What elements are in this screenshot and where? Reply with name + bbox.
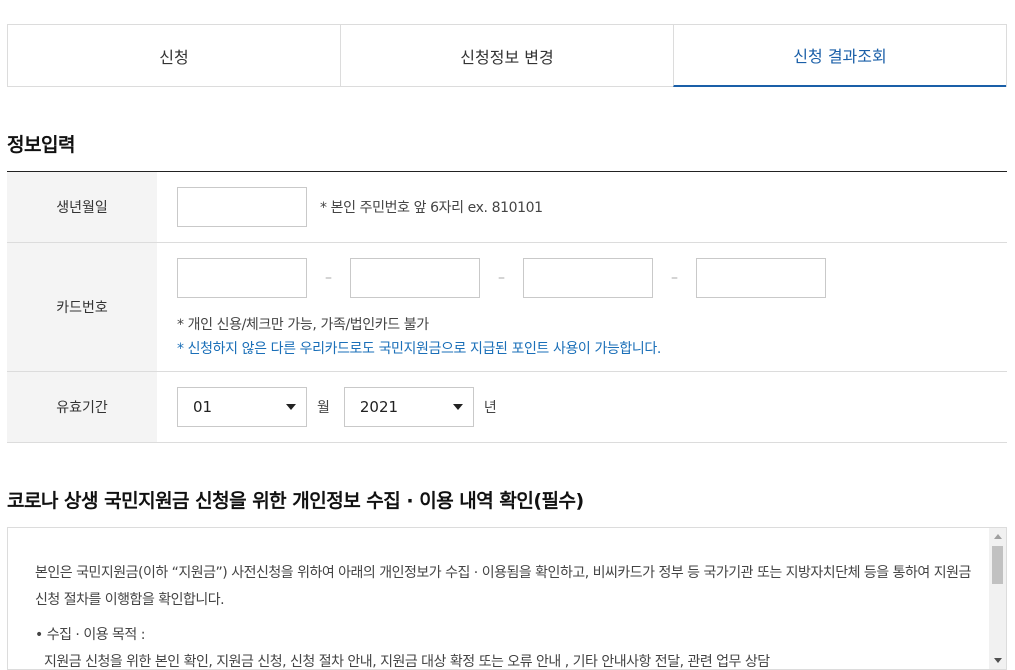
tab-result-inquiry[interactable]: 신청 결과조회: [673, 25, 1006, 87]
expiry-month-value: 01: [193, 398, 213, 416]
consent-intro: 본인은 국민지원금(이하 “지원금”) 사전신청을 위하여 아래의 개인정보가 …: [35, 565, 971, 608]
card-row: 카드번호 – – – * 개인 신용/체크만 가능, 가족/법인카드 불가 * …: [7, 243, 1007, 372]
card-label: 카드번호: [7, 243, 157, 371]
expiry-row: 유효기간 01 월 2021 년: [7, 372, 1007, 443]
card-number-input-1[interactable]: [177, 258, 307, 298]
scrollbar-thumb[interactable]: [992, 546, 1003, 584]
card-separator: –: [671, 270, 678, 286]
arrow-down-icon: [993, 658, 1002, 663]
expiry-year-select[interactable]: 2021: [343, 387, 474, 427]
consent-section-title: 코로나 상생 국민지원금 신청을 위한 개인정보 수집 · 이용 내역 확인(필…: [7, 490, 584, 512]
birth-input[interactable]: [177, 187, 307, 227]
info-section-title: 정보입력: [7, 134, 75, 156]
card-number-input-4[interactable]: [696, 258, 826, 298]
chevron-down-icon: [286, 404, 296, 410]
scrollbar[interactable]: [989, 528, 1006, 669]
arrow-up-icon: [993, 534, 1002, 539]
info-form: 생년월일 * 본인 주민번호 앞 6자리 ex. 810101 카드번호 – –…: [7, 171, 1007, 443]
card-hint-blue: * 신청하지 않은 다른 우리카드로도 국민지원금으로 지급된 포인트 사용이 …: [177, 341, 661, 357]
year-unit: 년: [483, 400, 497, 416]
birth-label: 생년월일: [7, 172, 157, 242]
consent-purpose-text: 지원금 신청을 위한 본인 확인, 지원금 신청, 신청 절차 안내, 지원금 …: [44, 654, 770, 670]
card-hint: * 개인 신용/체크만 가능, 가족/법인카드 불가: [177, 317, 429, 333]
tab-change-info[interactable]: 신청정보 변경: [340, 25, 673, 87]
expiry-label: 유효기간: [7, 372, 157, 442]
birth-row: 생년월일 * 본인 주민번호 앞 6자리 ex. 810101: [7, 172, 1007, 243]
scroll-down-button[interactable]: [989, 652, 1006, 669]
month-unit: 월: [317, 400, 330, 416]
card-number-input-2[interactable]: [350, 258, 480, 298]
tab-apply[interactable]: 신청: [8, 25, 340, 87]
consent-purpose-title: • 수집 · 이용 목적 :: [35, 627, 145, 643]
expiry-month-select[interactable]: 01: [177, 387, 307, 427]
chevron-down-icon: [452, 404, 463, 410]
tab-bar: 신청 신청정보 변경 신청 결과조회: [7, 24, 1007, 87]
consent-text: 본인은 국민지원금(이하 “지원금”) 사전신청을 위하여 아래의 개인정보가 …: [35, 560, 975, 670]
card-separator: –: [498, 270, 505, 286]
expiry-year-value: 2021: [359, 398, 399, 416]
card-separator: –: [325, 270, 332, 286]
card-number-input-3[interactable]: [523, 258, 653, 298]
consent-box[interactable]: 본인은 국민지원금(이하 “지원금”) 사전신청을 위하여 아래의 개인정보가 …: [7, 527, 1007, 670]
birth-hint: * 본인 주민번호 앞 6자리 ex. 810101: [320, 200, 543, 216]
scroll-up-button[interactable]: [989, 528, 1006, 545]
